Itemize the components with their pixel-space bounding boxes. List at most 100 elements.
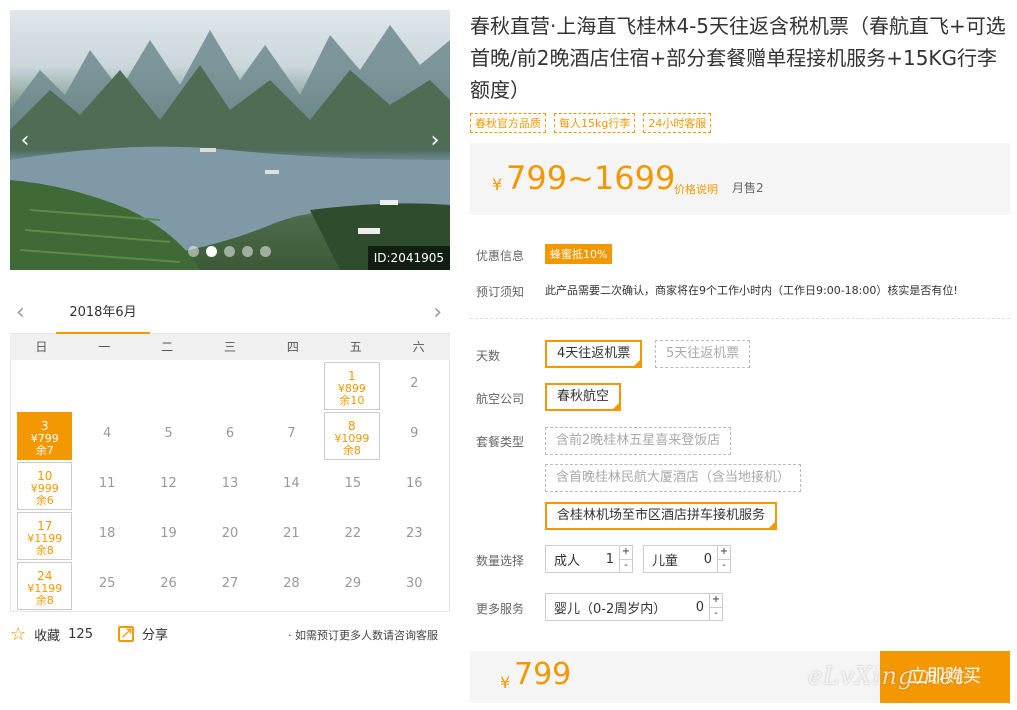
- price-currency: ¥: [492, 175, 503, 194]
- favorite-count: 125: [68, 627, 93, 642]
- calendar-day: 2: [384, 364, 445, 410]
- calendar-day: 20: [199, 514, 260, 560]
- calendar-day: 15: [322, 464, 383, 510]
- carousel-dot[interactable]: [224, 246, 235, 257]
- child-quantity-stepper[interactable]: 儿童 0 + -: [643, 545, 731, 573]
- calendar-day-available[interactable]: 8 ¥1099 余8: [324, 412, 380, 460]
- carousel-dot[interactable]: [242, 246, 253, 257]
- calendar-day-available[interactable]: 3 ¥799 余7: [17, 412, 73, 460]
- carousel-dot[interactable]: [260, 246, 271, 257]
- child-count: 0: [703, 551, 712, 567]
- calendar-day-stock: 余8: [35, 594, 54, 607]
- weekday-label: 六: [412, 340, 425, 354]
- carousel-prev-button[interactable]: ‹: [14, 128, 36, 154]
- share-label: 分享: [142, 628, 169, 643]
- calendar-day-number: 3: [40, 419, 49, 433]
- calendar-day-number: 27: [221, 576, 239, 591]
- option-4-day-ticket[interactable]: 4天往返机票: [545, 340, 643, 368]
- option-package-civil-aviation-hotel[interactable]: 含首晚桂林民航大厦酒店（含当地接机）: [545, 464, 802, 492]
- share-button[interactable]: ↗ 分享: [118, 624, 168, 643]
- airline-label: 航空公司: [476, 392, 525, 406]
- calendar-month-tab[interactable]: 2018年6月: [56, 304, 150, 334]
- calendar-day-number: 26: [160, 576, 177, 591]
- price-panel: ¥ 799~1699 价格说明 月售2: [470, 143, 1010, 215]
- adult-label: 成人: [554, 553, 581, 569]
- calendar-day-stock: 余8: [35, 544, 54, 557]
- photo-id-label: ID:2041905: [367, 246, 450, 270]
- booking-notice: 此产品需要二次确认，商家将在9个工作小时内（工作日9:00-18:00）核实是否…: [545, 284, 958, 297]
- calendar-day-stock: 余8: [342, 444, 361, 457]
- calendar-day-available[interactable]: 24 ¥1199 余8: [17, 562, 73, 610]
- favorite-button[interactable]: ☆ 收藏 125: [10, 624, 93, 645]
- calendar-next-month-button[interactable]: ›: [433, 302, 442, 324]
- option-5-day-ticket[interactable]: 5天往返机票: [655, 340, 751, 368]
- calendar-day-number: 25: [98, 576, 116, 591]
- calendar-day: 29: [322, 564, 383, 610]
- infant-quantity-stepper[interactable]: 婴儿（0-2周岁内） 0 + -: [545, 593, 723, 621]
- monthly-sales: 月售2: [732, 181, 764, 195]
- calendar-day: 7: [261, 414, 322, 460]
- calendar-day-number: 14: [283, 476, 300, 491]
- weekday-label: 一: [98, 340, 111, 354]
- calendar-header: ‹ 2018年6月 ›: [10, 298, 450, 334]
- calendar-day-number: 23: [406, 526, 423, 541]
- share-icon: ↗: [118, 622, 134, 642]
- price-range: 799~1699: [506, 159, 676, 197]
- weekday-label: 五: [349, 340, 362, 354]
- adult-quantity-stepper[interactable]: 成人 1 + -: [545, 545, 633, 573]
- weekday-label: 二: [161, 340, 174, 354]
- landscape-image: [10, 25, 450, 270]
- calendar-day-stock: 余10: [339, 394, 365, 407]
- option-package-sheraton[interactable]: 含前2晚桂林五星喜来登饭店: [545, 427, 732, 455]
- calendar-day: 14: [261, 464, 322, 510]
- calendar-day: 13: [199, 464, 260, 510]
- carousel-dots: [188, 246, 271, 257]
- infant-minus-button[interactable]: -: [710, 608, 722, 621]
- discount-badge: 蜂蜜抵10%: [545, 244, 613, 264]
- infant-label: 婴儿（0-2周岁内）: [554, 601, 667, 617]
- buy-now-button[interactable]: 立即购买: [880, 651, 1010, 703]
- adult-plus-button[interactable]: +: [620, 546, 632, 560]
- calendar-day-number: 9: [410, 426, 419, 441]
- calendar-day-number: 2: [410, 376, 419, 391]
- calendar-day: 6: [199, 414, 260, 460]
- calendar-day: 9: [384, 414, 445, 460]
- calendar-day: 16: [384, 464, 445, 510]
- calendar-prev-month-button[interactable]: ‹: [16, 302, 25, 324]
- calendar-day-number: 11: [98, 476, 116, 491]
- calendar-day-number: 29: [344, 576, 362, 591]
- calendar-day-number: 6: [225, 426, 235, 441]
- calendar-day-number: 13: [221, 476, 239, 491]
- carousel-next-button[interactable]: ›: [424, 128, 446, 154]
- calendar-day-number: 18: [98, 526, 116, 541]
- adult-minus-button[interactable]: -: [620, 560, 632, 573]
- calendar-day-number: 22: [344, 526, 362, 541]
- notice-label: 预订须知: [476, 285, 525, 299]
- option-airline-spring[interactable]: 春秋航空: [545, 383, 622, 411]
- total-currency: ¥: [500, 673, 511, 692]
- carousel-dot-active[interactable]: [206, 246, 217, 257]
- calendar-day: 18: [76, 514, 137, 560]
- child-minus-button[interactable]: -: [718, 560, 730, 573]
- package-label: 套餐类型: [476, 435, 525, 449]
- discount-label: 优惠信息: [476, 249, 525, 263]
- calendar-day-available[interactable]: 10 ¥999 余6: [17, 462, 73, 510]
- calendar-day-number: 12: [160, 476, 177, 491]
- calendar-day-number: 19: [160, 526, 177, 541]
- calendar-day-number: 30: [406, 576, 423, 591]
- calendar-day-available[interactable]: 17 ¥1199 余8: [17, 512, 73, 560]
- calendar-day-stock: 余6: [35, 494, 54, 507]
- calendar-day: 23: [384, 514, 445, 560]
- calendar-day: 22: [322, 514, 383, 560]
- child-plus-button[interactable]: +: [718, 546, 730, 560]
- infant-plus-button[interactable]: +: [710, 594, 722, 608]
- product-tag: 24小时客服: [643, 113, 712, 133]
- calendar-day-number: 24: [37, 569, 53, 583]
- price-explanation-link[interactable]: 价格说明: [674, 181, 718, 197]
- option-package-airport-transfer[interactable]: 含桂林机场至市区酒店拼车接机服务: [545, 502, 778, 530]
- calendar-day-available[interactable]: 1 ¥899 余10: [324, 362, 380, 410]
- carousel-dot[interactable]: [188, 246, 199, 257]
- product-photo-carousel[interactable]: ‹ › ID:2041905: [10, 10, 450, 270]
- section-divider: [470, 318, 1010, 319]
- calendar-empty-cell: [138, 364, 199, 410]
